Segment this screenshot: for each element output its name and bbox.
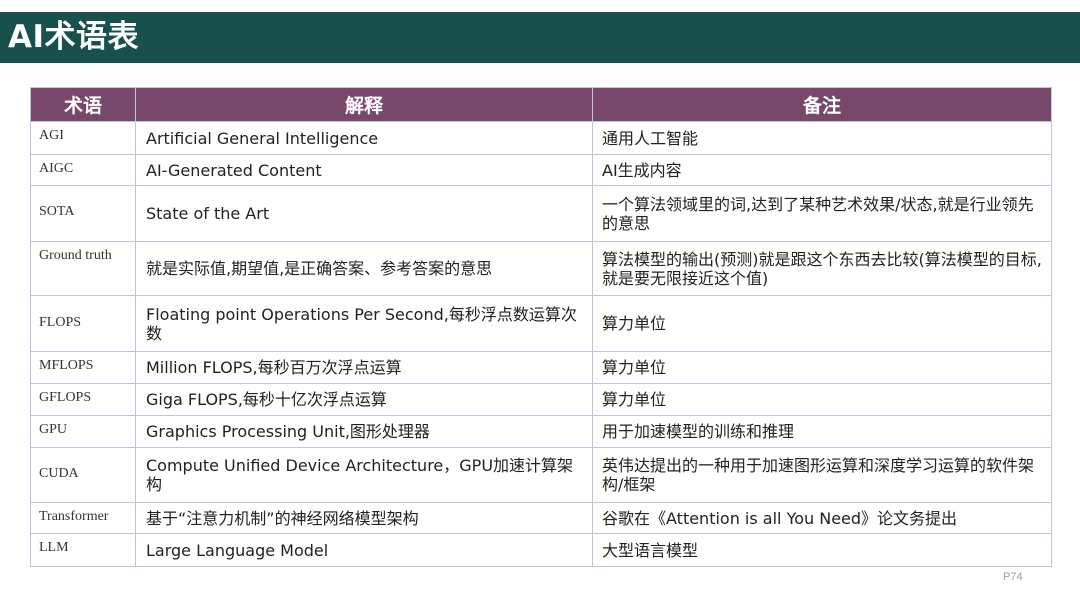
note-cell: 用于加速模型的训练和推理 (592, 415, 1052, 448)
term-cell: Ground truth (30, 241, 136, 296)
term-cell: Transformer (30, 502, 136, 534)
header-note: 备注 (592, 87, 1052, 122)
table-row: FLOPS Floating point Operations Per Seco… (30, 295, 1052, 352)
term-cell: AGI (30, 121, 136, 155)
note-cell: 算力单位 (592, 383, 1052, 416)
explanation-cell: 基于“注意力机制”的神经网络模型架构 (135, 502, 593, 534)
table-row: CUDA Compute Unified Device Architecture… (30, 447, 1052, 503)
header-explanation: 解释 (135, 87, 593, 122)
note-cell: 谷歌在《Attention is all You Need》论文务提出 (592, 502, 1052, 534)
table-row: Transformer 基于“注意力机制”的神经网络模型架构 谷歌在《Atten… (30, 502, 1052, 534)
explanation-cell: Artificial General Intelligence (135, 121, 593, 155)
term-cell: CUDA (30, 447, 136, 503)
title-bar: AI术语表 (0, 12, 1080, 63)
explanation-cell: Large Language Model (135, 533, 593, 567)
table-row: Ground truth 就是实际值,期望值,是正确答案、参考答案的意思 算法模… (30, 241, 1052, 296)
page-title: AI术语表 (8, 19, 140, 55)
explanation-cell: 就是实际值,期望值,是正确答案、参考答案的意思 (135, 241, 593, 296)
term-cell: SOTA (30, 185, 136, 242)
note-cell: 一个算法领域里的词,达到了某种艺术效果/状态,就是行业领先的意思 (592, 185, 1052, 242)
term-cell: AIGC (30, 154, 136, 186)
explanation-cell: Floating point Operations Per Second,每秒浮… (135, 295, 593, 352)
note-cell: 算法模型的输出(预测)就是跟这个东西去比较(算法模型的目标,就是要无限接近这个值… (592, 241, 1052, 296)
explanation-cell: State of the Art (135, 185, 593, 242)
page-number: P74 (1003, 571, 1023, 583)
note-cell: 通用人工智能 (592, 121, 1052, 155)
explanation-cell: Giga FLOPS,每秒十亿次浮点运算 (135, 383, 593, 416)
table-row: SOTA State of the Art 一个算法领域里的词,达到了某种艺术效… (30, 185, 1052, 242)
note-cell: 算力单位 (592, 295, 1052, 352)
note-cell: AI生成内容 (592, 154, 1052, 186)
table-row: GFLOPS Giga FLOPS,每秒十亿次浮点运算 算力单位 (30, 383, 1052, 416)
explanation-cell: Compute Unified Device Architecture，GPU加… (135, 447, 593, 503)
term-cell: FLOPS (30, 295, 136, 352)
explanation-cell: Million FLOPS,每秒百万次浮点运算 (135, 351, 593, 384)
glossary-table: 术语 解释 备注 AGI Artificial General Intellig… (30, 87, 1052, 567)
term-cell: MFLOPS (30, 351, 136, 384)
explanation-cell: AI-Generated Content (135, 154, 593, 186)
term-cell: GFLOPS (30, 383, 136, 416)
header-term: 术语 (30, 87, 136, 122)
note-cell: 英伟达提出的一种用于加速图形运算和深度学习运算的软件架构/框架 (592, 447, 1052, 503)
table-header-row: 术语 解释 备注 (30, 87, 1052, 122)
term-cell: GPU (30, 415, 136, 448)
term-cell: LLM (30, 533, 136, 567)
table-row: LLM Large Language Model 大型语言模型 (30, 533, 1052, 567)
note-cell: 大型语言模型 (592, 533, 1052, 567)
table-row: AIGC AI-Generated Content AI生成内容 (30, 154, 1052, 186)
explanation-cell: Graphics Processing Unit,图形处理器 (135, 415, 593, 448)
table-row: MFLOPS Million FLOPS,每秒百万次浮点运算 算力单位 (30, 351, 1052, 384)
note-cell: 算力单位 (592, 351, 1052, 384)
table-row: AGI Artificial General Intelligence 通用人工… (30, 121, 1052, 155)
table-row: GPU Graphics Processing Unit,图形处理器 用于加速模… (30, 415, 1052, 448)
